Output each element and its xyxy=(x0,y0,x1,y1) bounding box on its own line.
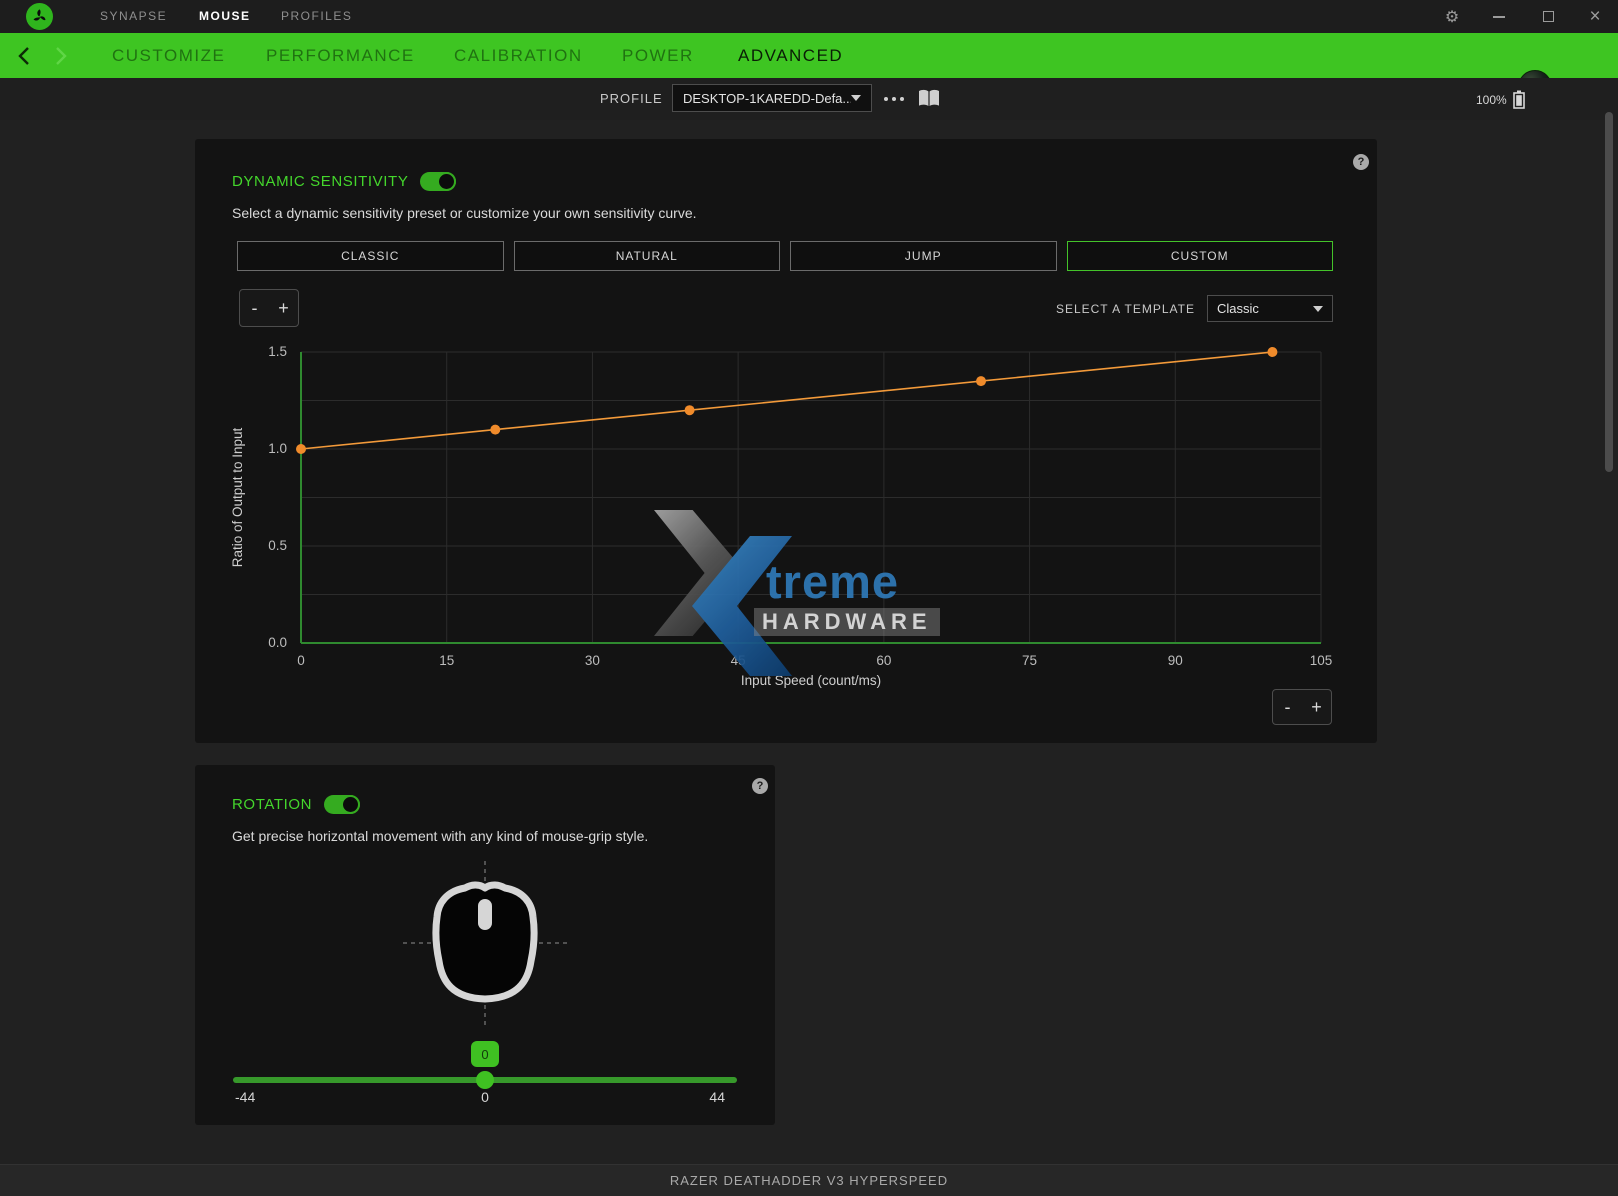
device-footer-bar: RAZER DEATHADDER V3 HYPERSPEED xyxy=(0,1164,1618,1196)
x-tick-label: 105 xyxy=(1310,653,1333,668)
preset-natural-button[interactable]: NATURAL xyxy=(514,241,781,271)
dynamic-sensitivity-toggle[interactable] xyxy=(420,172,456,191)
device-name: RAZER DEATHADDER V3 HYPERSPEED xyxy=(670,1173,948,1188)
preset-button-group: CLASSIC NATURAL JUMP CUSTOM xyxy=(237,241,1333,271)
curve-point-handle[interactable] xyxy=(296,444,306,454)
x-tick-label: 0 xyxy=(297,653,305,668)
library-book-icon[interactable] xyxy=(918,89,940,112)
slider-center-label: 0 xyxy=(481,1089,489,1105)
y-tick-label: 1.5 xyxy=(268,344,287,359)
preset-custom-button[interactable]: CUSTOM xyxy=(1067,241,1334,271)
profile-toolbar: PROFILE DESKTOP-1KAREDD-Defa... 100% xyxy=(0,78,1618,120)
minimize-button[interactable] xyxy=(1479,0,1519,33)
rotation-value-badge: 0 xyxy=(471,1041,499,1067)
x-tick-label: 15 xyxy=(439,653,454,668)
rotation-slider-knob[interactable] xyxy=(476,1071,494,1089)
y-axis-title: Ratio of Output to Input xyxy=(232,427,245,567)
x-tick-label: 90 xyxy=(1168,653,1183,668)
curve-point-handle[interactable] xyxy=(685,405,695,415)
back-arrow-icon[interactable] xyxy=(10,43,36,69)
zoom-stepper-secondary: - + xyxy=(1272,689,1332,725)
template-dropdown-value: Classic xyxy=(1217,301,1313,316)
preset-jump-button[interactable]: JUMP xyxy=(790,241,1057,271)
chevron-down-icon xyxy=(851,95,861,101)
profile-dropdown[interactable]: DESKTOP-1KAREDD-Defa... xyxy=(672,84,872,112)
toggle-knob xyxy=(437,172,456,191)
slider-max-label: 44 xyxy=(709,1089,725,1105)
y-tick-label: 0.0 xyxy=(268,635,287,650)
rotation-title: ROTATION xyxy=(232,796,312,813)
rotation-slider-labels: -44 0 44 xyxy=(233,1089,737,1107)
scroll-wheel-icon xyxy=(478,899,492,930)
sensitivity-curve-chart[interactable]: 0 15 30 45 60 75 90 105 0.0 0.5 1.0 1.5 Input Speed … xyxy=(232,340,1345,700)
device-navbar: CUSTOMIZE PERFORMANCE CALIBRATION POWER … xyxy=(0,33,1618,78)
y-tick-label: 1.0 xyxy=(268,441,287,456)
titlebar-tab-profiles[interactable]: PROFILES xyxy=(281,0,352,33)
battery-icon xyxy=(1513,90,1525,109)
help-icon[interactable]: ? xyxy=(1353,154,1369,170)
x-tick-label: 45 xyxy=(731,653,746,668)
titlebar-tab-mouse[interactable]: MOUSE xyxy=(199,0,251,33)
battery-percent: 100% xyxy=(1476,93,1507,107)
curve-point-handle[interactable] xyxy=(1267,347,1277,357)
profile-label: PROFILE xyxy=(600,91,663,106)
slider-min-label: -44 xyxy=(235,1089,255,1105)
dynamic-sensitivity-panel: ? DYNAMIC SENSITIVITY Select a dynamic s… xyxy=(195,139,1377,743)
mouse-rotation-illustration xyxy=(375,855,595,1035)
rotation-description: Get precise horizontal movement with any… xyxy=(232,828,648,844)
zoom-in-button[interactable]: + xyxy=(269,290,298,326)
razer-synapse-window: SYNAPSE MOUSE PROFILES ⚙ × CUSTOMIZE PER… xyxy=(0,0,1618,1196)
toggle-knob xyxy=(341,795,360,814)
template-label: SELECT A TEMPLATE xyxy=(1056,302,1195,316)
tab-calibration[interactable]: CALIBRATION xyxy=(454,33,583,78)
rotation-toggle[interactable] xyxy=(324,795,360,814)
rotation-panel: ? ROTATION Get precise horizontal moveme… xyxy=(195,765,775,1125)
chevron-down-icon xyxy=(1313,306,1323,312)
tab-performance[interactable]: PERFORMANCE xyxy=(266,33,415,78)
x-tick-label: 30 xyxy=(585,653,600,668)
template-dropdown[interactable]: Classic xyxy=(1207,295,1333,322)
curve-point-handle[interactable] xyxy=(490,425,500,435)
forward-arrow-icon[interactable] xyxy=(48,43,74,69)
razer-logo-icon xyxy=(26,3,53,30)
zoom-stepper: - + xyxy=(239,289,299,327)
y-tick-label: 0.5 xyxy=(268,538,287,553)
maximize-button[interactable] xyxy=(1528,0,1568,33)
scrollbar-thumb[interactable] xyxy=(1605,112,1613,472)
x-tick-label: 75 xyxy=(1022,653,1037,668)
zoom-out-button[interactable]: - xyxy=(240,290,269,326)
zoom-in-button[interactable]: + xyxy=(1302,690,1331,724)
titlebar-tab-synapse[interactable]: SYNAPSE xyxy=(100,0,167,33)
tab-advanced[interactable]: ADVANCED xyxy=(738,33,843,78)
tab-customize[interactable]: CUSTOMIZE xyxy=(112,33,225,78)
x-tick-label: 60 xyxy=(876,653,891,668)
preset-classic-button[interactable]: CLASSIC xyxy=(237,241,504,271)
zoom-out-button[interactable]: - xyxy=(1273,690,1302,724)
dynamic-sensitivity-title: DYNAMIC SENSITIVITY xyxy=(232,173,408,190)
tab-power[interactable]: POWER xyxy=(622,33,694,78)
settings-gear-icon[interactable]: ⚙ xyxy=(1432,0,1472,33)
curve-point-handle[interactable] xyxy=(976,376,986,386)
close-button[interactable]: × xyxy=(1575,0,1615,33)
dynamic-sensitivity-description: Select a dynamic sensitivity preset or c… xyxy=(232,205,697,221)
profile-dropdown-value: DESKTOP-1KAREDD-Defa... xyxy=(683,91,851,106)
help-icon[interactable]: ? xyxy=(752,778,768,794)
more-options-icon[interactable] xyxy=(884,97,904,101)
x-axis-title: Input Speed (count/ms) xyxy=(741,673,881,688)
titlebar: SYNAPSE MOUSE PROFILES ⚙ × xyxy=(0,0,1618,33)
